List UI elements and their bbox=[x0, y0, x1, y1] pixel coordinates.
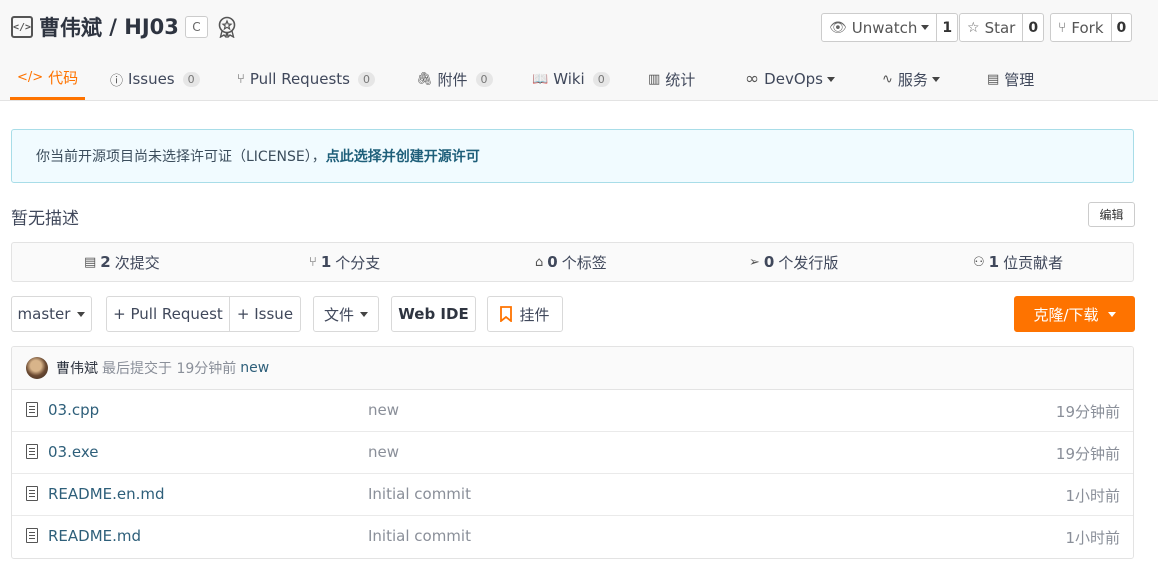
infinity-icon: ∞ bbox=[745, 69, 760, 89]
attachment-icon: 🖇 bbox=[416, 71, 433, 87]
tab-wiki[interactable]: 📖 Wiki 0 bbox=[532, 58, 610, 100]
commit-icon: ▤ bbox=[84, 254, 97, 270]
watch-count[interactable]: 1 bbox=[937, 14, 957, 41]
chevron-down-icon bbox=[360, 311, 368, 317]
tab-issues[interactable]: ⓘ Issues 0 bbox=[110, 58, 200, 100]
file-row: README.md Initial commit 1小时前 bbox=[12, 516, 1133, 558]
commits-stat[interactable]: ▤ 2 次提交 bbox=[84, 243, 160, 281]
file-name-link[interactable]: README.en.md bbox=[48, 485, 165, 503]
file-row: README.en.md Initial commit 1小时前 bbox=[12, 474, 1133, 516]
file-icon bbox=[26, 402, 38, 417]
fork-group: ⑂ Fork 0 bbox=[1050, 13, 1133, 42]
eye-icon: 👁 bbox=[829, 19, 847, 36]
new-pull-request-button[interactable]: + Pull Request bbox=[106, 296, 230, 332]
file-commit-message[interactable]: Initial commit bbox=[368, 527, 471, 545]
avatar[interactable] bbox=[26, 357, 48, 379]
file-commit-time: 1小时前 bbox=[1065, 487, 1120, 505]
file-commit-time: 1小时前 bbox=[1065, 529, 1120, 547]
fork-icon: ⑂ bbox=[1058, 19, 1067, 36]
file-commit-time: 19分钟前 bbox=[1055, 403, 1120, 421]
file-name-link[interactable]: README.md bbox=[48, 527, 141, 545]
star-icon: ☆ bbox=[967, 19, 980, 36]
tags-stat[interactable]: ⌂ 0 个标签 bbox=[535, 243, 607, 281]
file-name-link[interactable]: 03.exe bbox=[48, 443, 98, 461]
tab-services[interactable]: ∿ 服务 bbox=[882, 58, 940, 100]
file-commit-message[interactable]: Initial commit bbox=[368, 485, 471, 503]
tab-stats[interactable]: ▥ 统计 bbox=[648, 58, 695, 100]
language-badge: C bbox=[184, 16, 208, 38]
branch-select[interactable]: master bbox=[11, 296, 92, 332]
star-button[interactable]: ☆ Star bbox=[960, 14, 1024, 41]
releases-stat[interactable]: ➢ 0 个发行版 bbox=[749, 243, 838, 281]
license-banner: 你当前开源项目尚未选择许可证（LICENSE）， 点此选择并创建开源许可 bbox=[11, 129, 1134, 183]
unwatch-button[interactable]: 👁 Unwatch bbox=[822, 14, 938, 41]
manage-icon: ▤ bbox=[987, 71, 1000, 87]
chevron-down-icon bbox=[826, 76, 835, 82]
tab-code[interactable]: </> 代码 bbox=[10, 58, 86, 100]
branch-icon: ⑂ bbox=[309, 254, 317, 270]
chevron-down-icon bbox=[931, 76, 940, 82]
new-issue-button[interactable]: + Issue bbox=[229, 296, 301, 332]
repo-code-icon: </> bbox=[11, 16, 33, 38]
issue-icon: ⓘ bbox=[110, 73, 124, 89]
file-commit-message[interactable]: new bbox=[368, 443, 399, 461]
tag-icon: ⌂ bbox=[535, 254, 544, 270]
fork-button[interactable]: ⑂ Fork bbox=[1051, 14, 1112, 41]
file-name-link[interactable]: 03.cpp bbox=[48, 401, 99, 419]
issues-count: 0 bbox=[182, 71, 200, 87]
commit-message-link[interactable]: new bbox=[240, 360, 269, 376]
latest-commit-bar: 曹伟斌 最后提交于 19分钟前 new bbox=[12, 347, 1133, 390]
bookmark-icon bbox=[500, 306, 513, 322]
license-create-link[interactable]: 点此选择并创建开源许可 bbox=[326, 146, 480, 166]
repo-separator: / bbox=[102, 15, 125, 39]
repo-header: </> 曹伟斌 / HJ03 C 👁 Unwatch 1 ☆ Star 0 ⑂ … bbox=[0, 0, 1158, 101]
pulse-icon: ∿ bbox=[882, 71, 893, 87]
file-list: 曹伟斌 最后提交于 19分钟前 new 03.cpp new 19分钟前 03.… bbox=[11, 346, 1134, 559]
edit-description-button[interactable]: 编辑 bbox=[1088, 202, 1135, 227]
repo-title: </> 曹伟斌 / HJ03 C bbox=[11, 12, 238, 42]
star-count[interactable]: 0 bbox=[1023, 14, 1043, 41]
branches-stat[interactable]: ⑂ 1 个分支 bbox=[309, 243, 380, 281]
license-text: 你当前开源项目尚未选择许可证（LICENSE）， bbox=[36, 149, 326, 165]
commit-author[interactable]: 曹伟斌 bbox=[56, 358, 98, 378]
pull-requests-count: 0 bbox=[357, 71, 375, 87]
send-icon: ➢ bbox=[749, 254, 760, 270]
repo-tabs: </> 代码 ⓘ Issues 0 ⑂ Pull Requests 0 🖇 附件… bbox=[0, 58, 1158, 101]
wiki-icon: 📖 bbox=[532, 71, 549, 87]
file-row: 03.exe new 19分钟前 bbox=[12, 432, 1133, 474]
file-commit-message[interactable]: new bbox=[368, 401, 399, 419]
fork-count[interactable]: 0 bbox=[1112, 14, 1132, 41]
award-icon[interactable] bbox=[216, 16, 238, 38]
tab-manage[interactable]: ▤ 管理 bbox=[987, 58, 1034, 100]
stats-icon: ▥ bbox=[648, 71, 661, 87]
pull-request-icon: ⑂ bbox=[237, 71, 245, 87]
file-commit-time: 19分钟前 bbox=[1055, 445, 1120, 463]
commit-meta: 最后提交于 19分钟前 bbox=[102, 361, 237, 377]
chevron-down-icon bbox=[921, 25, 930, 30]
chevron-down-icon bbox=[77, 311, 86, 317]
star-group: ☆ Star 0 bbox=[959, 13, 1045, 42]
repo-description: 暂无描述 bbox=[11, 209, 79, 229]
tab-devops[interactable]: ∞ DevOps bbox=[745, 58, 835, 100]
file-icon bbox=[26, 528, 38, 543]
clone-download-button[interactable]: 克隆/下载 bbox=[1014, 296, 1135, 332]
tab-pull-requests[interactable]: ⑂ Pull Requests 0 bbox=[237, 58, 375, 100]
file-menu-button[interactable]: 文件 bbox=[313, 296, 379, 332]
watch-group: 👁 Unwatch 1 bbox=[821, 13, 959, 42]
chevron-down-icon bbox=[1107, 311, 1116, 317]
web-ide-button[interactable]: Web IDE bbox=[391, 296, 476, 332]
repo-name-link[interactable]: HJ03 bbox=[124, 15, 179, 39]
wiki-count: 0 bbox=[592, 71, 610, 87]
code-icon: </> bbox=[17, 70, 44, 85]
repo-owner-link[interactable]: 曹伟斌 bbox=[39, 12, 102, 42]
contributors-icon: ⚇ bbox=[973, 254, 985, 270]
attachments-count: 0 bbox=[475, 71, 493, 87]
file-icon bbox=[26, 486, 38, 501]
widget-button[interactable]: 挂件 bbox=[487, 296, 563, 332]
contributors-stat[interactable]: ⚇ 1 位贡献者 bbox=[973, 243, 1063, 281]
file-row: 03.cpp new 19分钟前 bbox=[12, 390, 1133, 432]
repo-stats-bar: ▤ 2 次提交 ⑂ 1 个分支 ⌂ 0 个标签 ➢ 0 个发行版 ⚇ 1 位贡献… bbox=[11, 242, 1134, 282]
file-icon bbox=[26, 444, 38, 459]
tab-attachments[interactable]: 🖇 附件 0 bbox=[416, 58, 493, 100]
